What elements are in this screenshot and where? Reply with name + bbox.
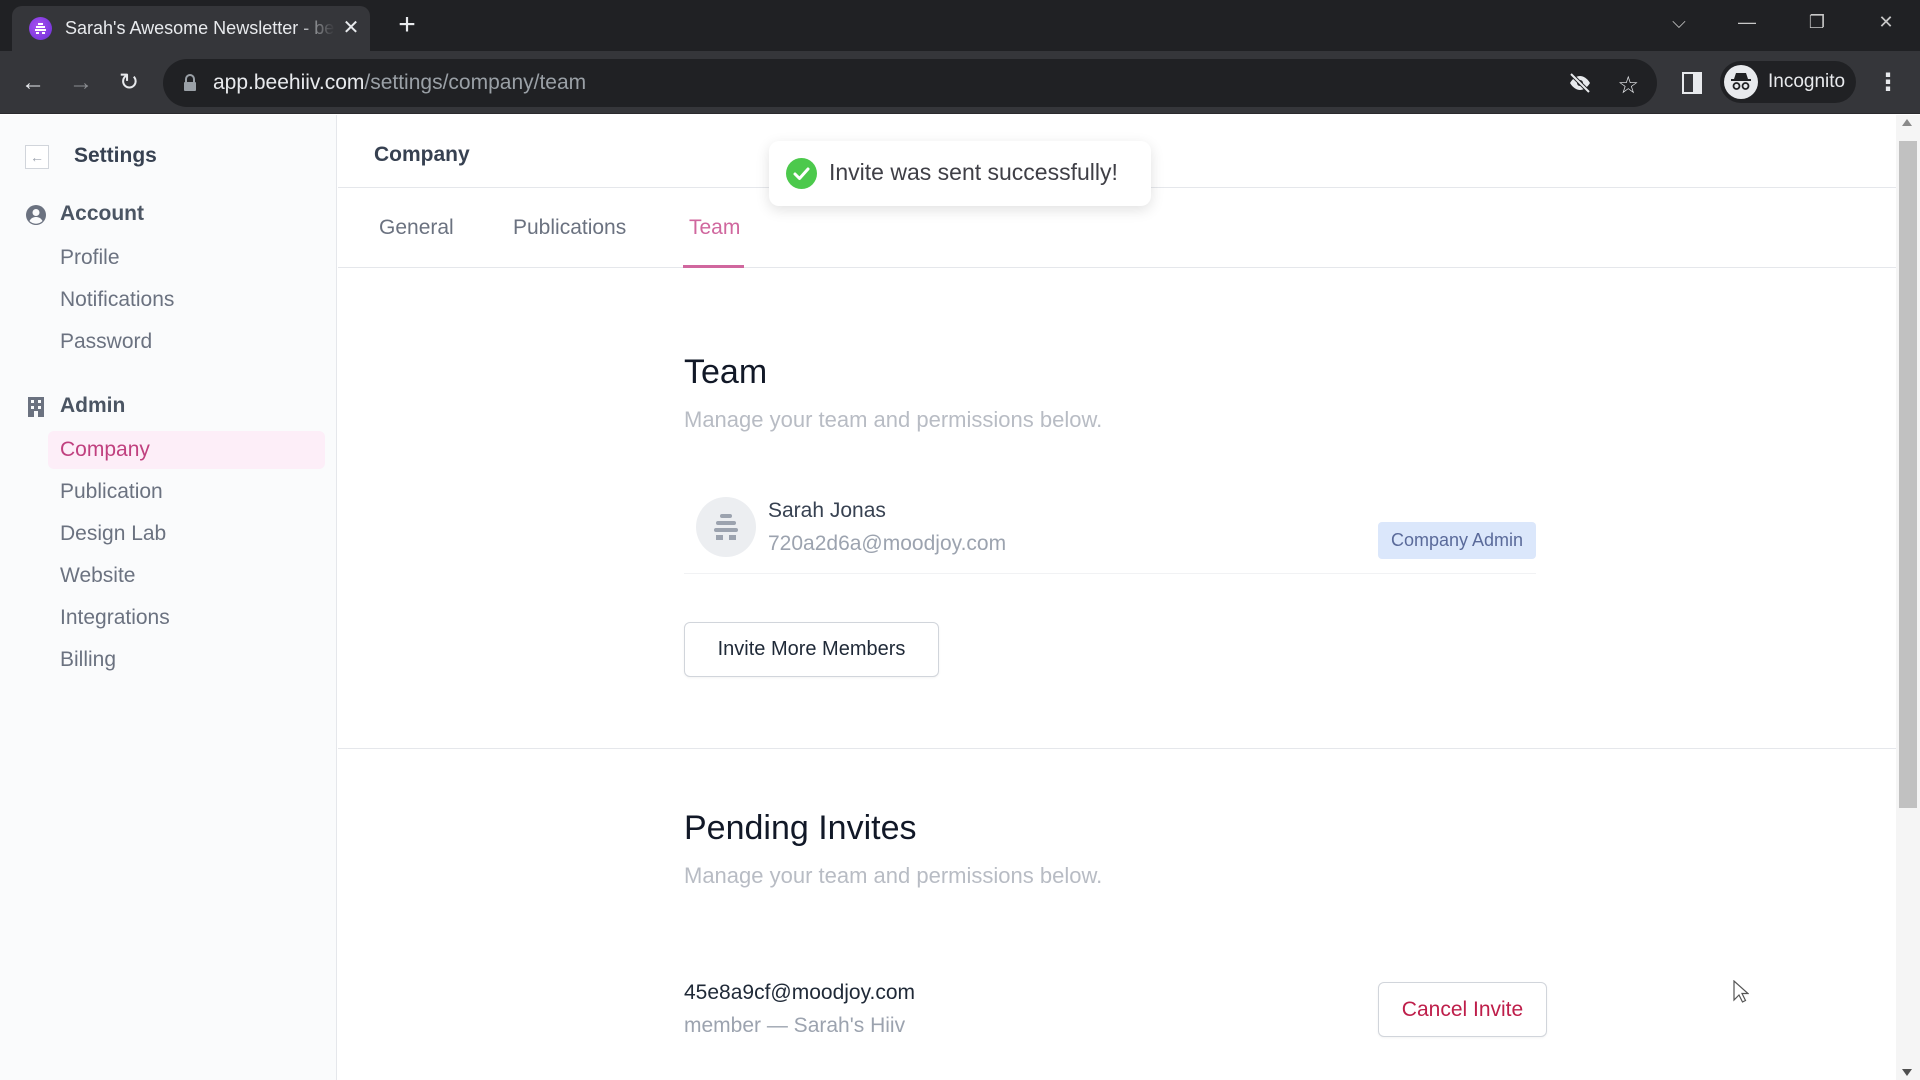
settings-sidebar: ← Settings Account Profile Notifications…: [0, 115, 337, 1080]
sidebar-back-button[interactable]: ←: [25, 145, 49, 169]
lock-icon: [184, 74, 196, 91]
invite-more-members-button[interactable]: Invite More Members: [684, 622, 939, 677]
avatar: [696, 497, 756, 557]
forward-arrow-icon[interactable]: →: [64, 66, 98, 100]
beehive-icon: [714, 514, 738, 540]
user-circle-icon: [26, 205, 46, 225]
section-divider: [338, 748, 1896, 749]
team-member-row: Sarah Jonas 720a2d6a@moodjoy.com Company…: [684, 490, 1536, 574]
sidebar-item-website[interactable]: Website: [48, 557, 325, 595]
member-name: Sarah Jonas: [768, 499, 886, 522]
mouse-cursor-icon: [1733, 980, 1749, 1003]
url-text[interactable]: app.beehiiv.com/settings/company/team: [213, 71, 586, 95]
cancel-invite-button[interactable]: Cancel Invite: [1378, 982, 1547, 1037]
sidebar-item-password[interactable]: Password: [48, 323, 325, 361]
address-bar[interactable]: app.beehiiv.com/settings/company/team ☆: [163, 59, 1657, 107]
restore-button[interactable]: ❐: [1797, 8, 1837, 36]
beehiiv-favicon-icon: [29, 17, 52, 40]
sidebar-item-company[interactable]: Company: [48, 431, 325, 469]
bookmark-star-icon[interactable]: ☆: [1617, 71, 1639, 100]
building-icon: [28, 397, 44, 417]
scroll-up-arrow-icon[interactable]: [1902, 119, 1912, 126]
tab-search-icon[interactable]: ⌵: [1659, 8, 1699, 36]
incognito-profile-button[interactable]: Incognito: [1720, 61, 1856, 103]
incognito-icon: [1724, 65, 1758, 99]
browser-tab-strip: Sarah's Awesome Newsletter - beehiiv ✕ +…: [0, 0, 1920, 51]
window-close-button[interactable]: ✕: [1866, 8, 1906, 36]
sidebar-item-profile[interactable]: Profile: [48, 239, 325, 277]
back-arrow-icon[interactable]: ←: [16, 66, 50, 100]
url-path: /settings/company/team: [364, 71, 587, 94]
scrollbar-thumb[interactable]: [1899, 141, 1917, 808]
sidebar-item-publication[interactable]: Publication: [48, 473, 325, 511]
sidebar-group-label: Admin: [60, 394, 126, 417]
tab-close-icon[interactable]: ✕: [340, 16, 362, 40]
browser-tab[interactable]: Sarah's Awesome Newsletter - beehiiv ✕: [12, 6, 370, 51]
sidebar-item-notifications[interactable]: Notifications: [48, 281, 325, 319]
sidebar-item-billing[interactable]: Billing: [48, 641, 325, 679]
url-domain: app.beehiiv.com: [213, 71, 365, 94]
side-panel-icon[interactable]: [1682, 72, 1702, 94]
tab-title: Sarah's Awesome Newsletter - beehiiv: [65, 18, 335, 38]
page-scrollbar[interactable]: [1896, 115, 1920, 1080]
scroll-down-arrow-icon[interactable]: [1902, 1069, 1912, 1076]
pending-invites-subtitle: Manage your team and permissions below.: [684, 863, 1103, 888]
pending-invite-meta: member — Sarah's Hiiv: [684, 1014, 906, 1037]
page: ← Settings Account Profile Notifications…: [0, 115, 1896, 1080]
browser-toolbar: ← → ↻ app.beehiiv.com/settings/company/t…: [0, 51, 1920, 114]
member-email: 720a2d6a@moodjoy.com: [768, 532, 1007, 555]
role-badge: Company Admin: [1378, 522, 1536, 559]
page-title: Company: [374, 143, 470, 166]
team-section-title: Team: [684, 353, 768, 391]
sidebar-item-integrations[interactable]: Integrations: [48, 599, 325, 637]
toast-message: Invite was sent successfully!: [829, 159, 1118, 185]
eye-off-icon[interactable]: [1568, 72, 1592, 94]
active-tab-indicator: [683, 265, 744, 268]
incognito-label: Incognito: [1768, 71, 1846, 92]
pending-invites-title: Pending Invites: [684, 809, 917, 847]
tab-team[interactable]: Team: [689, 216, 740, 240]
new-tab-button[interactable]: +: [392, 10, 422, 40]
team-section-subtitle: Manage your team and permissions below.: [684, 407, 1103, 432]
success-toast: Invite was sent successfully!: [769, 141, 1151, 206]
sidebar-item-design-lab[interactable]: Design Lab: [48, 515, 325, 553]
sidebar-group-label: Account: [60, 202, 144, 225]
sidebar-title: Settings: [74, 144, 157, 167]
tab-general[interactable]: General: [379, 216, 454, 240]
minimize-button[interactable]: —: [1727, 8, 1767, 36]
reload-icon[interactable]: ↻: [112, 66, 146, 100]
tab-publications[interactable]: Publications: [513, 216, 626, 240]
check-circle-icon: [786, 158, 817, 189]
pending-invite-email: 45e8a9cf@moodjoy.com: [684, 981, 916, 1004]
browser-menu-icon[interactable]: ⋮: [1876, 67, 1900, 99]
